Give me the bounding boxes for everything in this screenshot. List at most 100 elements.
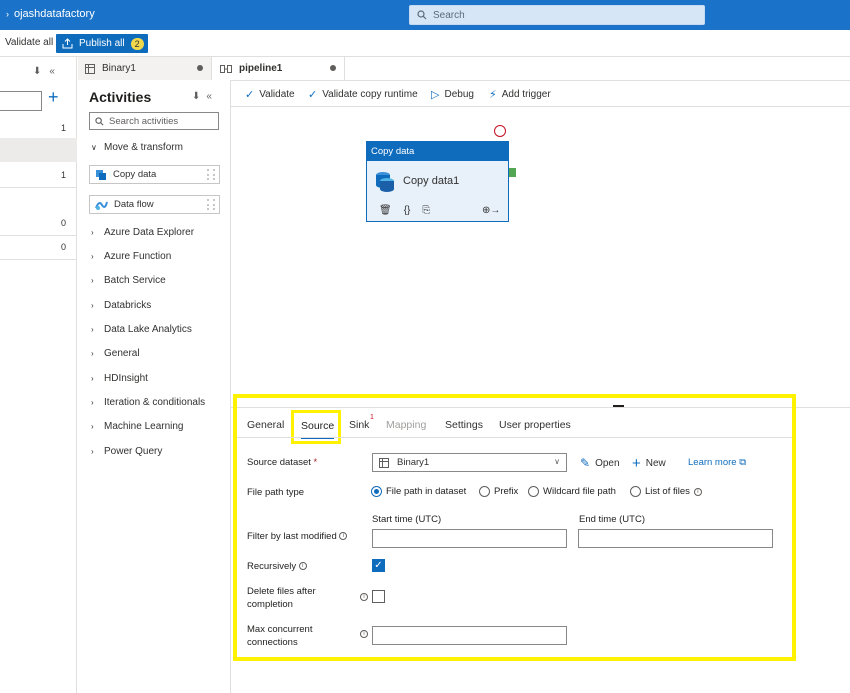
tab-settings[interactable]: Settings — [445, 419, 483, 431]
chevron-right-icon: › — [91, 398, 94, 407]
category-item[interactable]: › Machine Learning — [91, 421, 184, 432]
radio-list-of-files[interactable]: List of files i — [630, 486, 702, 497]
delete-icon[interactable]: 🗑 — [379, 205, 392, 216]
info-icon[interactable]: i — [360, 593, 368, 601]
failure-output-icon[interactable] — [494, 125, 506, 137]
code-icon[interactable]: {} — [404, 205, 411, 216]
category-item[interactable]: › Iteration & conditionals — [91, 397, 205, 408]
radio-selected-icon — [371, 486, 382, 497]
category-label: Data Lake Analytics — [104, 324, 192, 335]
tab-user-properties[interactable]: User properties — [499, 419, 571, 431]
start-time-input[interactable] — [372, 529, 567, 548]
radio-wildcard-file-path[interactable]: Wildcard file path — [528, 486, 616, 497]
max-concurrent-input[interactable] — [372, 626, 567, 645]
factory-switcher[interactable]: › ojashdatafactory — [6, 8, 95, 20]
debug-button[interactable]: ▷ Debug — [431, 88, 474, 101]
search-icon — [95, 116, 104, 125]
add-resource-icon[interactable]: + — [48, 87, 59, 108]
check-icon: ✓ — [245, 89, 255, 101]
learn-more-link[interactable]: Learn more ⧉ — [688, 457, 746, 468]
checkmark-icon: ✓ — [374, 560, 383, 571]
add-output-icon[interactable]: ⊕→ — [482, 205, 500, 216]
resource-row[interactable]: 0 — [0, 236, 77, 260]
max-concurrent-label-line1: Max concurrent — [247, 624, 313, 635]
pipeline-icon — [220, 64, 232, 73]
end-time-input[interactable] — [578, 529, 773, 548]
copy-data-activity-node[interactable]: Copy data Copy data1 🗑 {} ⎘ ⊕→ — [366, 141, 509, 222]
delete-files-checkbox[interactable] — [372, 590, 385, 603]
recursively-label: Recursively i — [247, 560, 307, 573]
validate-label: Validate — [259, 89, 295, 100]
data-flow-icon — [95, 201, 108, 210]
category-item[interactable]: › Databricks — [91, 300, 151, 311]
collapse-panel-icon[interactable]: « — [49, 66, 63, 77]
table-icon — [85, 63, 95, 74]
activity-copy-data[interactable]: Copy data — [89, 165, 220, 184]
category-item[interactable]: › General — [91, 348, 140, 359]
database-icon — [376, 172, 394, 192]
info-icon[interactable]: i — [693, 487, 702, 496]
radio-label: Prefix — [494, 486, 519, 497]
tab-mapping[interactable]: Mapping — [386, 419, 426, 431]
panel-controls[interactable]: ⬇« — [33, 66, 63, 77]
tab-label: pipeline1 — [239, 63, 283, 74]
add-trigger-button[interactable]: ⚡ Add trigger — [489, 88, 551, 101]
activity-data-flow[interactable]: Data flow — [89, 195, 220, 214]
radio-prefix[interactable]: Prefix — [479, 486, 518, 497]
collapse-all-icon[interactable]: ⬇ — [192, 91, 206, 102]
validate-all-button[interactable]: Validate all — [5, 37, 53, 48]
radio-label: List of files — [645, 486, 690, 497]
debug-label: Debug — [444, 89, 474, 100]
tab-sink[interactable]: Sink — [349, 419, 369, 431]
chevron-right-icon: › — [91, 276, 94, 285]
category-item[interactable]: › Azure Function — [91, 251, 171, 262]
info-icon[interactable]: i — [339, 532, 348, 541]
node-actions: 🗑 {} ⎘ ⊕→ — [379, 205, 500, 216]
search-activities-input[interactable]: Search activities — [89, 112, 219, 130]
sink-error-badge: 1 — [370, 414, 374, 421]
publish-all-button[interactable]: Publish all 2 — [56, 34, 148, 53]
trigger-icon: ⚡ — [489, 89, 497, 101]
clone-icon[interactable]: ⎘ — [422, 205, 430, 216]
info-icon[interactable]: i — [298, 562, 307, 571]
resource-count: 0 — [60, 218, 66, 228]
resource-row[interactable]: 0 — [0, 212, 77, 236]
category-item[interactable]: › Batch Service — [91, 275, 166, 286]
resource-filter-input[interactable] — [0, 91, 42, 111]
category-item[interactable]: › Power Query — [91, 446, 162, 457]
tab-pipeline1[interactable]: pipeline1 — [213, 57, 345, 80]
category-item[interactable]: › Azure Data Explorer — [91, 227, 194, 238]
source-dataset-select[interactable]: Binary1 ∨ — [372, 453, 567, 472]
tab-binary1[interactable]: Binary1 — [78, 57, 212, 80]
category-move-transform[interactable]: ∨ Move & transform — [91, 142, 183, 153]
pencil-icon: ✎ — [580, 456, 591, 470]
chevron-right-icon: › — [6, 9, 9, 19]
search-icon — [417, 10, 427, 20]
category-label: Power Query — [104, 446, 163, 457]
category-item[interactable]: › HDInsight — [91, 373, 148, 384]
open-dataset-button[interactable]: ✎ Open — [580, 456, 620, 470]
required-mark: * — [313, 457, 318, 468]
info-icon[interactable]: i — [360, 630, 368, 638]
tab-general[interactable]: General — [247, 419, 284, 431]
global-search-input[interactable]: Search — [409, 5, 705, 25]
validate-copy-runtime-button[interactable]: ✓ Validate copy runtime — [308, 88, 418, 101]
resource-row[interactable]: 1 — [0, 164, 77, 188]
recursively-checkbox[interactable]: ✓ — [372, 559, 385, 572]
chevron-down-icon: ∨ — [91, 143, 97, 152]
radio-file-path-in-dataset[interactable]: File path in dataset — [371, 486, 466, 497]
success-output-handle[interactable] — [509, 168, 516, 177]
tab-source[interactable]: Source — [291, 410, 341, 444]
drag-grip-icon[interactable] — [207, 169, 215, 180]
delete-files-label-line2: completion — [247, 599, 293, 610]
collapse-panel-icon[interactable]: « — [206, 91, 218, 102]
validate-button[interactable]: ✓ Validate — [245, 88, 295, 101]
chevron-down-icon: ∨ — [554, 457, 560, 466]
category-item[interactable]: › Data Lake Analytics — [91, 324, 192, 335]
category-label: HDInsight — [104, 373, 148, 384]
collapse-all-icon[interactable]: ⬇ — [33, 66, 49, 77]
new-dataset-button[interactable]: + New — [632, 455, 666, 472]
drag-grip-icon[interactable] — [207, 199, 215, 210]
activities-controls[interactable]: ⬇« — [192, 91, 218, 102]
resource-row[interactable] — [0, 138, 77, 162]
